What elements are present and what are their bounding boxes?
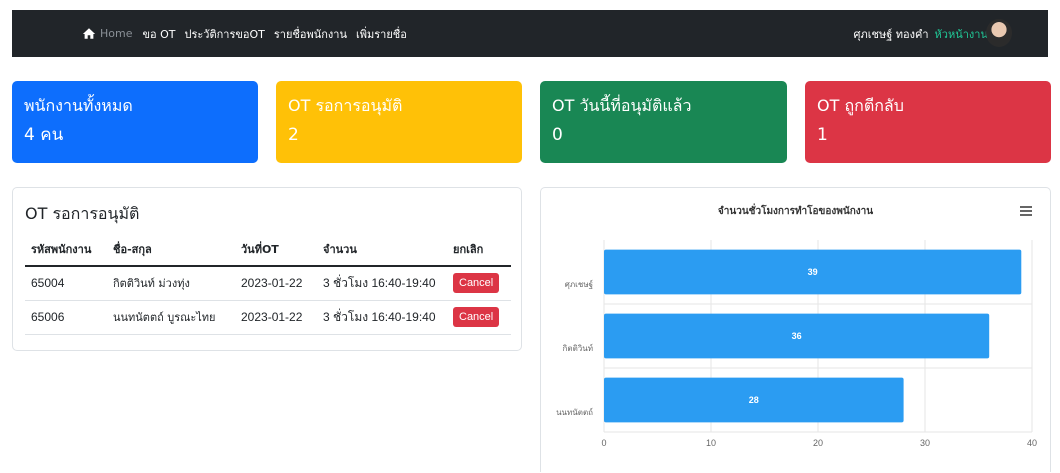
col-cancel: ยกเลิก <box>447 233 511 267</box>
nav-employee-list[interactable]: รายชื่อพนักงาน <box>274 25 347 43</box>
stat-card-total-employees: พนักงานทั้งหมด 4 คน <box>12 81 258 163</box>
nav-links: Home ขอ OT ประวัติการขอOT รายชื่อพนักงาน… <box>82 25 416 43</box>
table-row: 65004 กิตติวินท์ ม่วงทุ่ง 2023-01-22 3 ช… <box>25 266 511 301</box>
bar-data-label: 36 <box>792 331 802 341</box>
table-header-row: รหัสพนักงาน ชื่อ-สกุล วันที่OT จำนวน ยกเ… <box>25 233 511 267</box>
stat-value: 2 <box>288 125 299 145</box>
home-icon <box>82 28 96 39</box>
cell-amount: 3 ชั่วโมง 16:40-19:40 <box>317 266 447 301</box>
stat-value: 4 คน <box>24 125 64 145</box>
stat-card-ot-pending: OT รอการอนุมัติ 2 <box>276 81 522 163</box>
bar-data-label: 39 <box>808 267 818 277</box>
user-menu[interactable]: ศุภเชษฐ์ ทองคำ หัวหน้างาน <box>854 25 997 43</box>
col-name: ชื่อ-สกุล <box>107 233 235 267</box>
x-tick-label: 20 <box>813 438 823 448</box>
ot-hours-chart-panel: จำนวนชั่วโมงการทำโอของพนักงาน 0 10 20 30 40 3… <box>540 187 1051 472</box>
bar-data-label: 28 <box>749 395 759 405</box>
cancel-button[interactable]: Cancel <box>453 307 500 327</box>
pending-ot-title: OT รอการอนุมัติ <box>25 204 140 223</box>
cell-amount: 3 ชั่วโมง 16:40-19:40 <box>317 300 447 335</box>
category-label: นนทนัตตถ์ <box>556 407 593 417</box>
user-name: ศุภเชษฐ์ ทองคำ <box>853 27 929 41</box>
nav-home-link[interactable]: Home <box>82 27 132 40</box>
category-label: ศุภเชษฐ์ <box>565 279 593 289</box>
col-employee-id: รหัสพนักงาน <box>25 233 107 267</box>
stat-card-ot-approved-today: OT วันนี้ที่อนุมัติแล้ว 0 <box>540 81 787 163</box>
cell-date: 2023-01-22 <box>235 300 317 335</box>
stat-title: OT ถูกตีกลับ <box>817 96 904 115</box>
nav-add-employee[interactable]: เพิ่มรายชื่อ <box>356 25 407 43</box>
stat-title: OT รอการอนุมัติ <box>288 96 403 115</box>
table-row: 65006 นนทนัตตถ์ บูรณะไทย 2023-01-22 3 ชั… <box>25 300 511 335</box>
stat-value: 0 <box>552 125 563 145</box>
stat-title: OT วันนี้ที่อนุมัติแล้ว <box>552 96 692 115</box>
x-tick-label: 30 <box>920 438 930 448</box>
pending-ot-panel: OT รอการอนุมัติ รหัสพนักงาน ชื่อ-สกุล วั… <box>12 187 522 351</box>
col-date: วันที่OT <box>235 233 317 267</box>
cell-employee-id: 65006 <box>25 300 107 335</box>
x-tick-label: 40 <box>1027 438 1037 448</box>
top-navbar: Home ขอ OT ประวัติการขอOT รายชื่อพนักงาน… <box>12 10 1048 57</box>
x-tick-label: 10 <box>706 438 716 448</box>
col-amount: จำนวน <box>317 233 447 267</box>
cell-date: 2023-01-22 <box>235 266 317 301</box>
nav-ot-history[interactable]: ประวัติการขอOT <box>184 25 264 43</box>
cell-name: กิตติวินท์ ม่วงทุ่ง <box>107 266 235 301</box>
stat-value: 1 <box>817 125 828 145</box>
avatar[interactable] <box>986 19 1012 47</box>
x-tick-label: 0 <box>601 438 606 448</box>
category-label: กิตติวินท์ <box>562 343 593 353</box>
stat-card-ot-rejected: OT ถูกตีกลับ 1 <box>805 81 1051 163</box>
nav-request-ot[interactable]: ขอ OT <box>142 25 175 43</box>
bar-chart: 0 10 20 30 40 39 ศุภเชษฐ์ 36 กิตติวินท์ 28 นนทนัตต… <box>556 240 1037 448</box>
cell-name: นนทนัตตถ์ บูรณะไทย <box>107 300 235 335</box>
cancel-button[interactable]: Cancel <box>453 273 500 294</box>
nav-home-label: Home <box>100 27 133 40</box>
user-role: หัวหน้างาน <box>934 27 988 41</box>
stat-title: พนักงานทั้งหมด <box>24 96 133 115</box>
cell-employee-id: 65004 <box>25 266 107 301</box>
cell-cancel: Cancel <box>447 266 511 301</box>
pending-ot-table: รหัสพนักงาน ชื่อ-สกุล วันที่OT จำนวน ยกเ… <box>25 233 511 335</box>
cell-cancel: Cancel <box>447 300 511 335</box>
